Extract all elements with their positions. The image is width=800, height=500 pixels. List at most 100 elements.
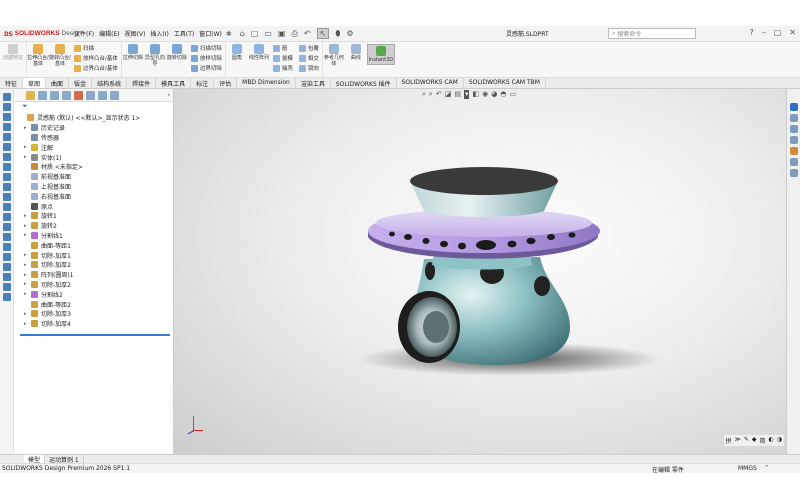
print-icon[interactable]: ⎙ bbox=[292, 29, 298, 39]
search-input[interactable]: ⌕ 搜索命令 bbox=[608, 28, 696, 39]
tree-node[interactable]: ▸ 阵列(圆周)1 bbox=[20, 270, 173, 280]
rebuild-icon[interactable]: ⬮ bbox=[335, 29, 340, 39]
intersect-button[interactable]: 相交 bbox=[298, 54, 319, 62]
text-tool-icon[interactable] bbox=[2, 293, 11, 301]
tree-node[interactable]: ▸ 实体(1) bbox=[20, 152, 173, 162]
appearances-icon[interactable] bbox=[789, 147, 798, 155]
revolve-boss-button[interactable]: 旋转凸台/基体 bbox=[49, 44, 71, 67]
expand-arrow-icon[interactable]: ▸ bbox=[24, 262, 31, 268]
expand-arrow-icon[interactable]: ▸ bbox=[24, 232, 31, 238]
circle-tool-icon[interactable] bbox=[2, 133, 11, 141]
mini-toolbar-item[interactable]: ◑ bbox=[777, 436, 782, 445]
tab-evaluate[interactable]: 评估 bbox=[214, 78, 238, 88]
reference-geometry-button[interactable]: 参考几何体 bbox=[323, 44, 345, 67]
cam-feature-tree-icon[interactable] bbox=[86, 90, 95, 100]
create-feature-button[interactable]: 创建特征 bbox=[0, 44, 26, 61]
spline-tool-icon[interactable] bbox=[2, 153, 11, 161]
tree-node[interactable]: 传感器 bbox=[20, 133, 173, 143]
cam-operation-tree-icon[interactable] bbox=[98, 90, 107, 100]
help-icon[interactable]: ? bbox=[749, 28, 753, 37]
extrude-cut-button[interactable]: 拉伸切除 bbox=[122, 44, 144, 61]
tree-node[interactable]: ▸ 切除-加厚2 bbox=[20, 260, 173, 270]
tree-node[interactable]: ▸ 注解 bbox=[20, 142, 173, 152]
open-icon[interactable]: ▭ bbox=[264, 29, 272, 38]
part-model[interactable] bbox=[174, 89, 786, 454]
repair-sketch-icon[interactable] bbox=[2, 213, 11, 221]
sketch-fillet-icon[interactable] bbox=[2, 273, 11, 281]
configuration-manager-tab-icon[interactable] bbox=[50, 90, 59, 100]
home-icon[interactable]: ⌂ bbox=[240, 29, 245, 38]
tab-model[interactable]: 模型 bbox=[24, 455, 46, 464]
tree-node[interactable]: ▸ 分割线1 bbox=[20, 231, 173, 241]
mini-toolbar-item[interactable]: ✎ bbox=[744, 436, 749, 445]
design-library-icon[interactable] bbox=[789, 114, 798, 122]
dimxpert-tab-icon[interactable] bbox=[62, 90, 71, 100]
tree-node[interactable]: ▸ 分割线2 bbox=[20, 289, 173, 299]
tab-mold-tools[interactable]: 模具工具 bbox=[156, 78, 192, 88]
tree-node[interactable]: 曲面-等距2 bbox=[20, 299, 173, 309]
trim-tool-icon[interactable] bbox=[2, 163, 11, 171]
tab-weldments[interactable]: 焊接件 bbox=[127, 78, 157, 88]
arc-tool-icon[interactable] bbox=[2, 143, 11, 151]
property-manager-tab-icon[interactable] bbox=[38, 90, 47, 100]
tab-render-tools[interactable]: 渲染工具 bbox=[296, 78, 331, 88]
chevron-right-icon[interactable]: › bbox=[167, 91, 170, 99]
instant2d-icon[interactable] bbox=[2, 233, 11, 241]
quick-snaps-icon[interactable] bbox=[2, 223, 11, 231]
feature-tree-tab-icon[interactable] bbox=[26, 90, 35, 100]
status-units[interactable]: MMGS bbox=[738, 465, 757, 472]
shell-button[interactable]: 抽壳 bbox=[272, 64, 293, 72]
tree-node[interactable]: 材质 <未指定> bbox=[20, 162, 173, 172]
tab-annotation[interactable]: 标注 bbox=[191, 78, 215, 88]
menu-insert[interactable]: 插入(I) bbox=[150, 29, 168, 38]
tab-surfaces[interactable]: 曲面 bbox=[46, 78, 70, 88]
loft-boss-button[interactable]: 放样凸台/基体 bbox=[74, 54, 118, 62]
expand-arrow-icon[interactable]: ▸ bbox=[24, 144, 31, 150]
sketch-chamfer-icon[interactable] bbox=[2, 283, 11, 291]
tab-cam-tbm[interactable]: SOLIDWORKS CAM TBM bbox=[464, 78, 546, 88]
sweep-cut-button[interactable]: 扫描切除 bbox=[190, 44, 222, 52]
solidworks-forum-icon[interactable] bbox=[789, 169, 798, 177]
tree-node[interactable]: ▸ 切除-加厚1 bbox=[20, 250, 173, 260]
tree-node[interactable]: ▸ 历史记录 bbox=[20, 123, 173, 133]
custom-properties-icon[interactable] bbox=[789, 158, 798, 166]
tab-features[interactable]: 特征 bbox=[0, 78, 24, 88]
offset-tool-icon[interactable] bbox=[2, 173, 11, 181]
filter-icon[interactable]: ⏷ bbox=[14, 102, 173, 113]
expand-arrow-icon[interactable]: ▸ bbox=[24, 213, 31, 219]
tab-structure-system[interactable]: 结构系统 bbox=[92, 78, 128, 88]
mini-toolbar-item[interactable]: ◐ bbox=[769, 436, 774, 445]
tree-node[interactable]: 曲面-等距1 bbox=[20, 240, 173, 250]
expand-arrow-icon[interactable]: ▸ bbox=[24, 125, 31, 131]
mirror-entities-icon[interactable] bbox=[2, 183, 11, 191]
smart-dimension-icon[interactable] bbox=[2, 103, 11, 111]
tree-node[interactable]: ▸ 旋转1 bbox=[20, 211, 173, 221]
tree-node[interactable]: ▸ 切除-加厚2 bbox=[20, 280, 173, 290]
rectangle-tool-icon[interactable] bbox=[2, 123, 11, 131]
close-icon[interactable]: ✕ bbox=[789, 28, 796, 37]
rib-button[interactable]: 筋 bbox=[272, 44, 293, 52]
mini-toolbar-item[interactable]: ◆ bbox=[752, 436, 757, 445]
tree-node[interactable]: ▸ 切除-加厚3 bbox=[20, 309, 173, 319]
mini-toolbar-item[interactable]: 简 bbox=[759, 436, 765, 445]
graphics-area[interactable]: ⌕ ⌕ ↶ ◪ ▤ ▾ ◧ ◉ ◕ ◓ ▭ 拼 ≫ ✎ ◆ 简 ◐ ◑ bbox=[174, 89, 786, 454]
tree-node[interactable]: ▸ 切除-加厚4 bbox=[20, 319, 173, 329]
tree-node[interactable]: ▸ 旋转2 bbox=[20, 221, 173, 231]
extrude-boss-button[interactable]: 拉伸凸台/基体 bbox=[27, 44, 49, 67]
menu-file[interactable]: 文件(F) bbox=[74, 29, 94, 38]
tree-node[interactable]: 前视基准面 bbox=[20, 172, 173, 182]
fillet-button[interactable]: 圆角 bbox=[226, 44, 248, 61]
new-document-icon[interactable]: ▢ bbox=[251, 29, 259, 38]
status-chevron-icon[interactable]: ⌃ bbox=[764, 464, 770, 472]
restore-icon[interactable]: ▢ bbox=[774, 28, 782, 37]
hole-wizard-button[interactable]: 异型孔向导 bbox=[144, 44, 166, 67]
expand-arrow-icon[interactable]: ▸ bbox=[24, 154, 31, 160]
linear-pattern-button[interactable]: 线性阵列 bbox=[248, 44, 270, 61]
menu-window[interactable]: 窗口(W) bbox=[199, 29, 222, 38]
expand-arrow-icon[interactable]: ▸ bbox=[24, 272, 31, 278]
boundary-cut-button[interactable]: 边界切除 bbox=[190, 64, 222, 72]
select-icon[interactable]: ↖ bbox=[316, 28, 330, 39]
menu-edit[interactable]: 编辑(E) bbox=[99, 29, 119, 38]
expand-arrow-icon[interactable]: ▸ bbox=[24, 291, 31, 297]
minimize-icon[interactable]: – bbox=[762, 28, 766, 37]
